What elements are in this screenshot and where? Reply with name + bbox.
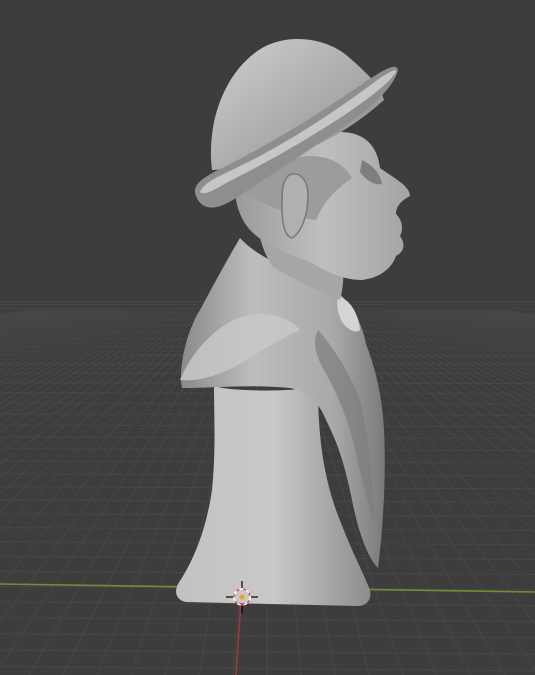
3d-viewport[interactable] xyxy=(0,0,535,675)
viewport-canvas[interactable] xyxy=(0,0,535,675)
